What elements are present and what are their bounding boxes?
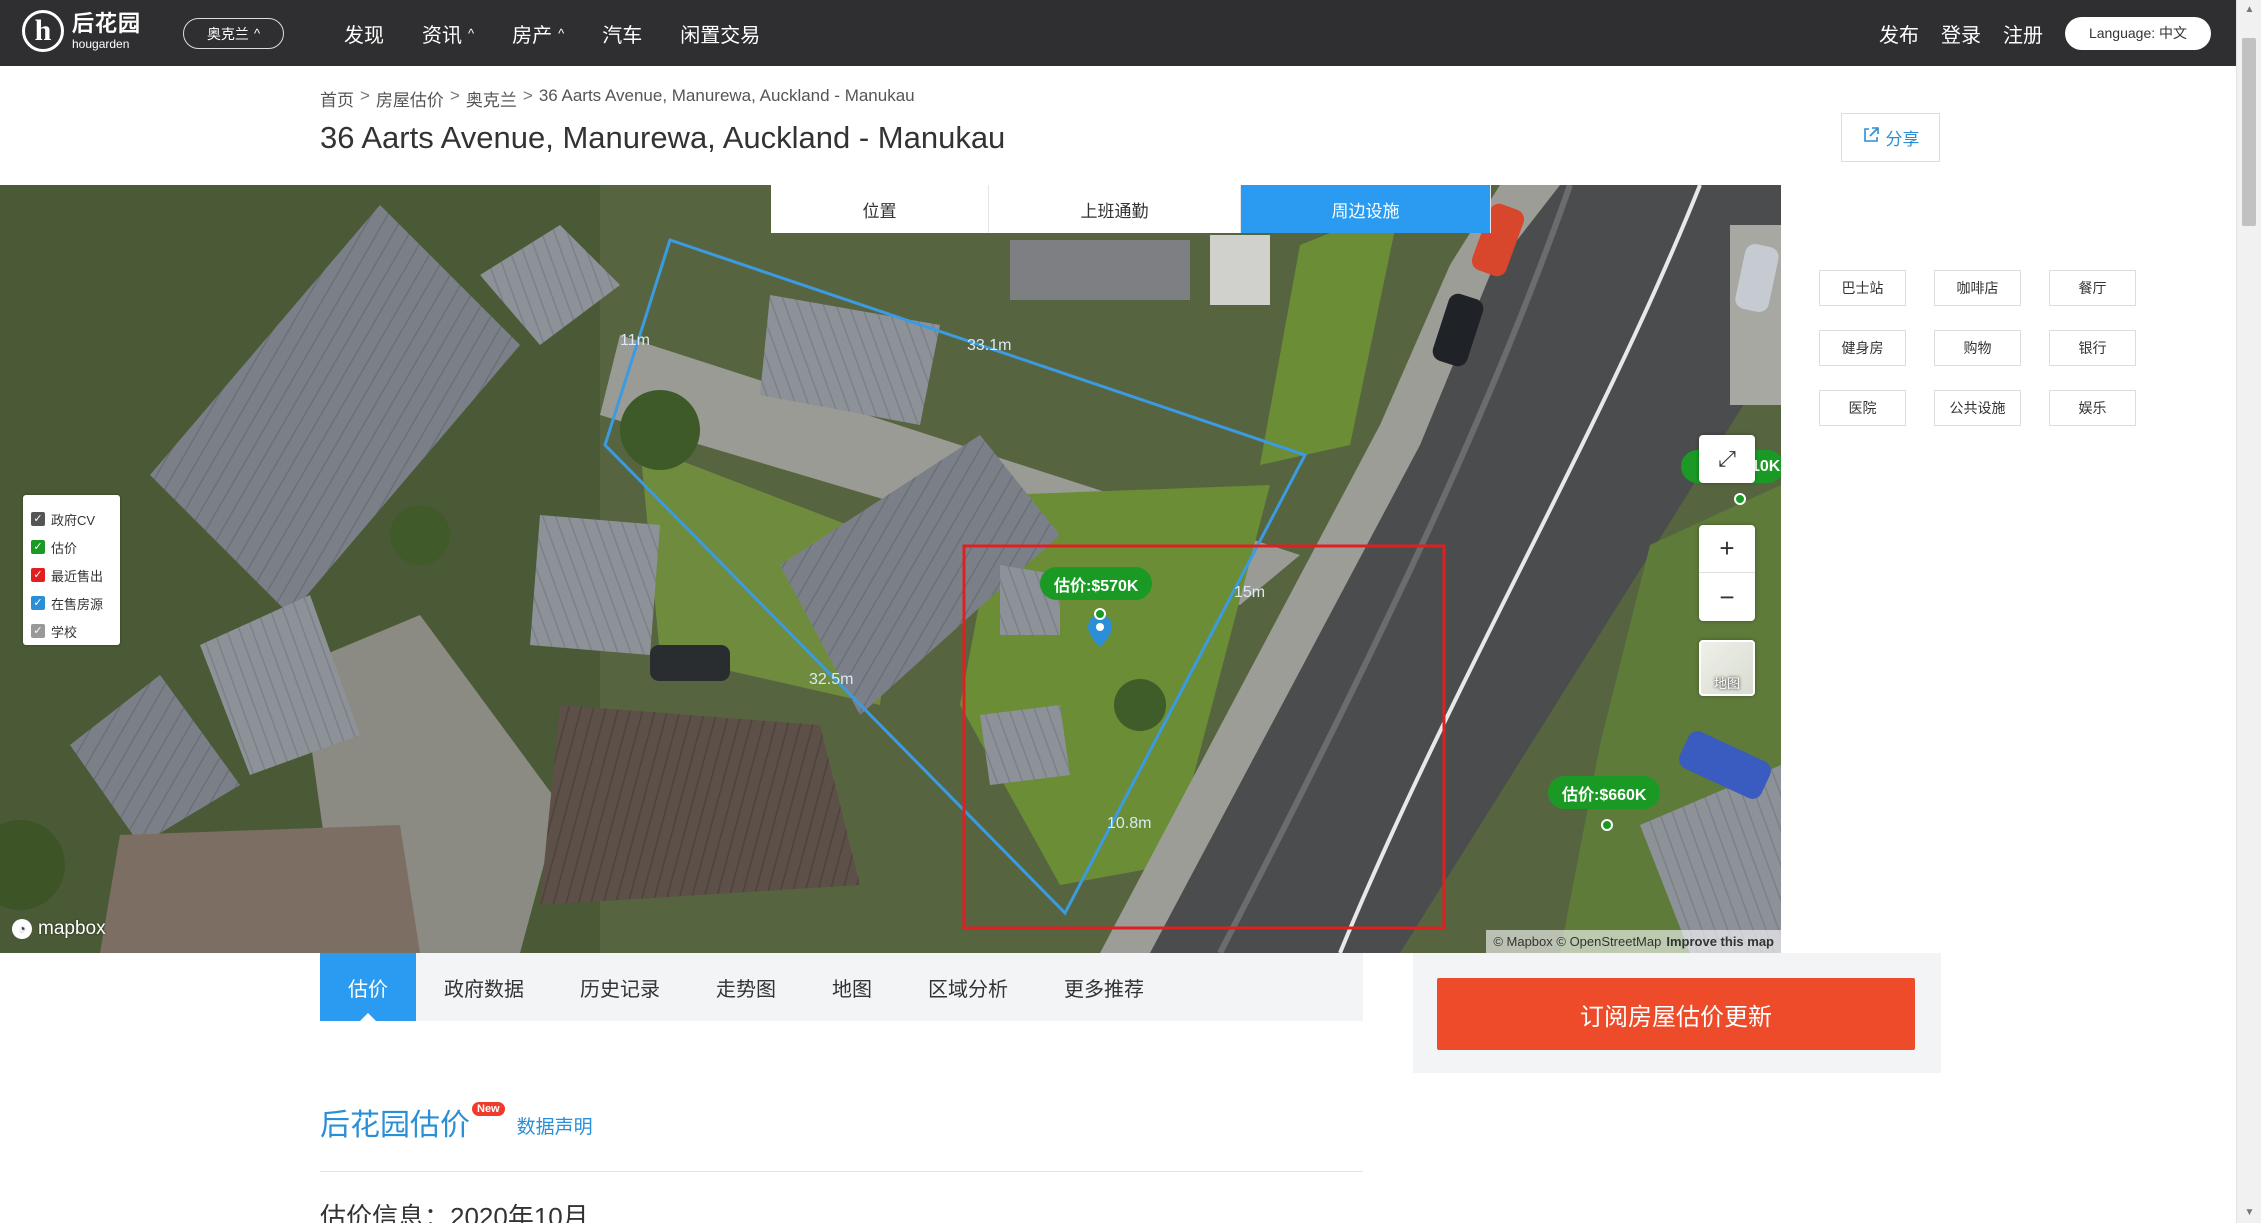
mapbox-logo[interactable]: ◔ mapbox [12, 918, 106, 940]
tab-commute[interactable]: 上班通勤 [989, 185, 1241, 233]
scroll-up-icon[interactable]: ▲ [2237, 0, 2261, 20]
main-menu: 发现 资讯 ^ 房产 ^ 汽车 闲置交易 [344, 0, 798, 66]
subscribe-button[interactable]: 订阅房屋估价更新 [1437, 978, 1915, 1050]
nav-right: 发布 登录 注册 Language: 中文 [1879, 0, 2211, 66]
checkbox-checked-icon: ✓ [31, 568, 45, 582]
logo-name: 后花园 [72, 10, 142, 36]
dimension-label: 10.8m [1107, 815, 1151, 832]
divider [320, 1171, 1363, 1172]
top-nav: h 后花园 hougarden 奥克兰 ^ 发现 资讯 ^ 房产 ^ 汽车 闲置交易… [0, 0, 2236, 66]
map-attribution: © Mapbox © OpenStreetMap Improve this ma… [1486, 930, 1781, 953]
language-selector[interactable]: Language: 中文 [2065, 16, 2211, 50]
poi-entertainment[interactable]: 娱乐 [2049, 390, 2136, 426]
legend-item-recently-sold[interactable]: ✓ 最近售出 [31, 561, 112, 589]
poi-bus-stop[interactable]: 巴士站 [1819, 270, 1906, 306]
scrollbar-thumb[interactable] [2242, 38, 2256, 226]
checkbox-checked-icon: ✓ [31, 624, 45, 638]
tab-history[interactable]: 历史记录 [552, 953, 688, 1021]
nav-item-news[interactable]: 资讯 ^ [422, 19, 474, 48]
tab-more-recommendations[interactable]: 更多推荐 [1036, 953, 1172, 1021]
register-link[interactable]: 注册 [2003, 19, 2043, 48]
breadcrumb-city[interactable]: 奥克兰 [466, 86, 517, 111]
pin-dot [1734, 493, 1746, 505]
zoom-control: + − [1699, 525, 1755, 621]
fullscreen-icon[interactable]: ⤢ [1699, 435, 1755, 483]
legend-item-for-sale[interactable]: ✓ 在售房源 [31, 589, 112, 617]
poi-restaurant[interactable]: 餐厅 [2049, 270, 2136, 306]
nav-item-property[interactable]: 房产 ^ [512, 19, 564, 48]
legend-item-valuation[interactable]: ✓ 估价 [31, 533, 112, 561]
fullscreen-control: ⤢ [1699, 435, 1755, 483]
logo-subtitle: hougarden [72, 36, 130, 51]
poi-hospital[interactable]: 医院 [1819, 390, 1906, 426]
chevron-up-icon: ^ [558, 25, 565, 41]
share-button[interactable]: 分享 [1841, 113, 1940, 162]
poi-public-facilities[interactable]: 公共设施 [1934, 390, 2021, 426]
section-header: 后花园估价 New 数据声明 [320, 1100, 593, 1144]
satellite-map[interactable]: 11m 33.1m 15m 32.5m 10.8m 位置 上班通勤 周边设施 ✓… [0, 185, 1781, 953]
publish-link[interactable]: 发布 [1879, 19, 1919, 48]
tab-trend[interactable]: 走势图 [688, 953, 804, 1021]
map-view-tabs: 位置 上班通勤 周边设施 [771, 185, 1491, 233]
nav-item-cars[interactable]: 汽车 [602, 19, 642, 48]
map-layer-toggle[interactable]: 地图 [1699, 640, 1755, 696]
tab-nearby-facilities[interactable]: 周边设施 [1241, 185, 1491, 233]
section-title: 后花园估价 [320, 1109, 470, 1142]
data-disclaimer-link[interactable]: 数据声明 [517, 1112, 593, 1139]
logo[interactable]: h 后花园 hougarden [22, 10, 141, 52]
city-label: 奥克兰 [206, 25, 249, 42]
checkbox-checked-icon: ✓ [31, 512, 45, 526]
improve-map-link[interactable]: Improve this map [1666, 934, 1774, 949]
checkbox-checked-icon: ✓ [31, 540, 45, 554]
pin-dot [1094, 608, 1106, 620]
login-link[interactable]: 登录 [1941, 19, 1981, 48]
tab-location[interactable]: 位置 [771, 185, 989, 233]
tab-map[interactable]: 地图 [804, 953, 900, 1021]
pin-dot [1601, 819, 1613, 831]
breadcrumb: 首页 > 房屋估价 > 奥克兰 > 36 Aarts Avenue, Manur… [320, 86, 915, 111]
breadcrumb-valuation[interactable]: 房屋估价 [376, 86, 444, 111]
map-legend: ✓ 政府CV ✓ 估价 ✓ 最近售出 ✓ 在售房源 ✓ 学校 [23, 495, 120, 645]
dimension-label: 33.1m [967, 337, 1011, 354]
zoom-in-icon[interactable]: + [1699, 525, 1755, 573]
nav-item-marketplace[interactable]: 闲置交易 [680, 19, 760, 48]
poi-bank[interactable]: 银行 [2049, 330, 2136, 366]
valuation-info: 估价信息：2020年10月 [320, 1202, 589, 1223]
tab-valuation[interactable]: 估价 [320, 953, 416, 1021]
checkbox-checked-icon: ✓ [31, 596, 45, 610]
satellite-imagery: 11m 33.1m 15m 32.5m 10.8m [0, 185, 1781, 953]
scroll-down-icon[interactable]: ▼ [2237, 1203, 2261, 1223]
mapbox-icon: ◔ [12, 919, 32, 939]
poi-filter-grid: 巴士站 咖啡店 餐厅 健身房 购物 银行 医院 公共设施 娱乐 [1819, 270, 2136, 426]
dimension-label: 11m [620, 332, 650, 349]
new-badge: New [472, 1102, 505, 1116]
breadcrumb-current: 36 Aarts Avenue, Manurewa, Auckland - Ma… [538, 86, 915, 105]
subscribe-panel: 订阅房屋估价更新 [1413, 953, 1941, 1073]
share-label: 分享 [1885, 130, 1920, 149]
poi-shopping[interactable]: 购物 [1934, 330, 2021, 366]
page-title: 36 Aarts Avenue, Manurewa, Auckland - Ma… [320, 120, 1006, 155]
valuation-pin[interactable]: 估价:$570K [1040, 567, 1153, 600]
chevron-up-icon: ^ [253, 26, 261, 41]
logo-icon: h [22, 10, 64, 52]
breadcrumb-home[interactable]: 首页 [320, 86, 354, 111]
chevron-up-icon: ^ [468, 25, 475, 41]
legend-item-gov-cv[interactable]: ✓ 政府CV [31, 505, 112, 533]
share-icon [1862, 126, 1880, 149]
tab-gov-data[interactable]: 政府数据 [416, 953, 552, 1021]
valuation-pin[interactable]: 估价:$660K [1548, 776, 1661, 809]
dimension-label: 32.5m [809, 671, 853, 688]
tab-area-analysis[interactable]: 区域分析 [900, 953, 1036, 1021]
poi-gym[interactable]: 健身房 [1819, 330, 1906, 366]
poi-cafe[interactable]: 咖啡店 [1934, 270, 2021, 306]
section-tabs: 估价 政府数据 历史记录 走势图 地图 区域分析 更多推荐 [320, 953, 1363, 1021]
zoom-out-icon[interactable]: − [1699, 573, 1755, 621]
vertical-scrollbar[interactable]: ▲ ▼ [2236, 0, 2261, 1223]
legend-item-schools[interactable]: ✓ 学校 [31, 617, 112, 645]
city-selector[interactable]: 奥克兰 ^ [183, 18, 284, 49]
nav-item-discover[interactable]: 发现 [344, 19, 384, 48]
dimension-label: 15m [1234, 584, 1265, 601]
